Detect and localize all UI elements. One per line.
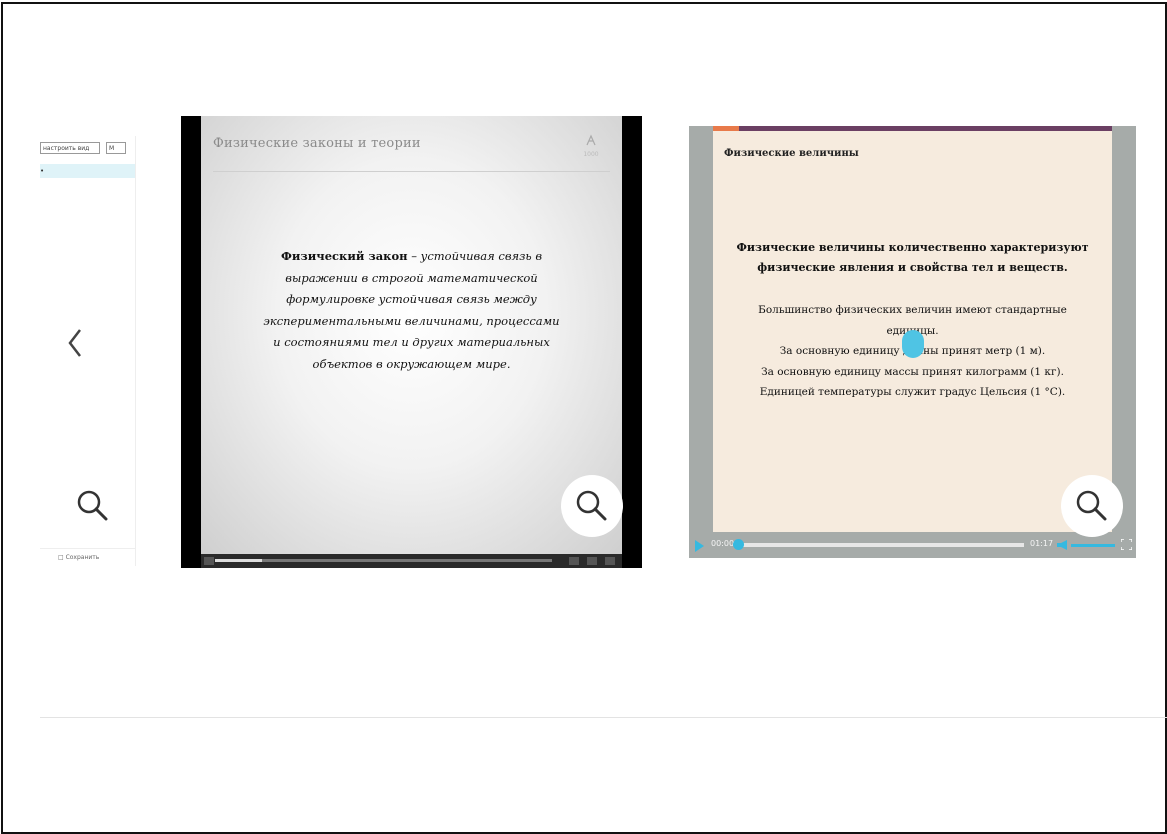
slide1-definition: – устойчивая связь в выражении в строгой… — [263, 249, 560, 371]
zoom-button-slide1[interactable] — [561, 475, 623, 537]
slide1-settings-button[interactable] — [587, 557, 597, 565]
slide-carousel: настроить вид М • □ Сохранить Физические… — [0, 0, 1167, 834]
slide1-body: Физический закон – устойчивая связь в вы… — [261, 246, 562, 375]
slide1-progress-fill — [215, 559, 263, 562]
slide2-volume-slider[interactable] — [1071, 544, 1115, 547]
slide2-time-total: 01:17 — [1030, 539, 1054, 548]
card-footer[interactable]: □ Сохранить — [40, 548, 135, 566]
slide1-canvas: Физические законы и теории 1000 Физическ… — [201, 116, 622, 554]
slide1-term: Физический закон — [280, 249, 408, 263]
slide2-topbar — [713, 126, 1112, 131]
slide1-fullscreen-button[interactable] — [605, 557, 615, 565]
search-icon — [77, 490, 108, 521]
slide2-time-current: 00:00 — [711, 539, 735, 548]
zoom-button-left[interactable] — [62, 475, 124, 537]
slide1-logo-sub: 1000 — [583, 151, 599, 158]
card-select[interactable]: М — [106, 142, 126, 154]
slide2-canvas: Физические величины Физические величины … — [713, 126, 1112, 532]
slide1-divider — [213, 171, 610, 172]
slide2-progress-knob[interactable] — [733, 539, 744, 550]
slide2-cursor-play[interactable] — [902, 330, 924, 358]
search-icon — [576, 490, 607, 521]
slide2-topbar-accent — [713, 126, 739, 131]
play-icon[interactable] — [695, 540, 704, 552]
chevron-left-icon — [68, 329, 81, 357]
zoom-button-slide2[interactable] — [1061, 475, 1123, 537]
slide1-volume-button[interactable] — [569, 557, 579, 565]
carousel-prev-button[interactable] — [64, 326, 88, 360]
slide1-play-button[interactable] — [204, 557, 214, 565]
slide2-body-line: Единицей температуры служит градус Цельс… — [759, 386, 1066, 398]
logo-icon — [586, 134, 596, 146]
search-icon — [1076, 490, 1107, 521]
card-toolbar: настроить вид М — [40, 142, 135, 156]
slide2-progress-track[interactable] — [733, 539, 1024, 550]
section-divider — [40, 717, 1167, 718]
slide2-header: Физические величины — [724, 148, 859, 159]
slide2-body-line: За основную единицу массы принят килогра… — [761, 365, 1064, 378]
card-input[interactable]: настроить вид — [40, 142, 100, 154]
fullscreen-icon[interactable] — [1121, 539, 1132, 550]
slide2-lead: Физические величины количественно характ… — [736, 241, 1089, 274]
volume-icon[interactable] — [1057, 540, 1067, 550]
slide1-logo: 1000 — [574, 134, 608, 158]
slide1-player-bar — [201, 554, 622, 568]
slide1-progress-track[interactable] — [215, 559, 552, 562]
slide2-player-bar: 00:00 01:17 — [689, 532, 1136, 558]
card-highlight-row[interactable]: • — [40, 164, 135, 178]
slide1-title: Физические законы и теории — [213, 136, 421, 151]
